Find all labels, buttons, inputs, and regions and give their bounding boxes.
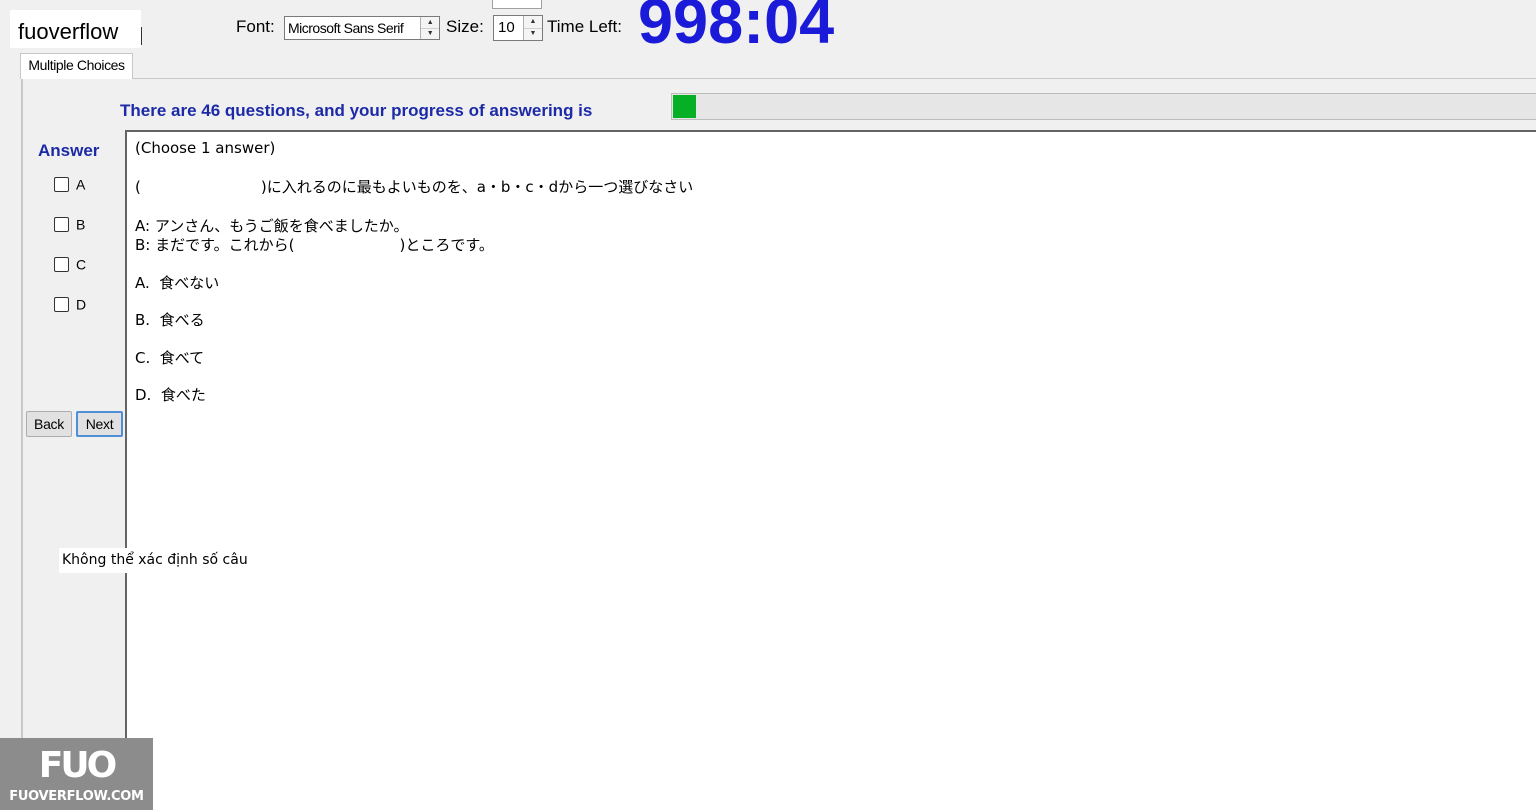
checkbox-a[interactable] xyxy=(54,176,69,192)
font-selector[interactable]: Microsoft Sans Serif ▲ ▼ xyxy=(284,16,440,40)
answer-option-c[interactable]: C xyxy=(54,255,86,273)
font-value: Microsoft Sans Serif xyxy=(288,20,404,36)
size-spinner[interactable]: ▲ ▼ xyxy=(523,16,542,40)
question-instruction: (Choose 1 answer) xyxy=(135,139,276,157)
option-label: B xyxy=(76,216,86,233)
top-hidden-control xyxy=(492,0,542,9)
tab-multiple-choices[interactable]: Multiple Choices xyxy=(20,53,133,79)
choice-a: A. 食べない xyxy=(135,274,220,292)
watermark-logo: FUO FUOVERFLOW.COM xyxy=(0,738,153,810)
back-button[interactable]: Back xyxy=(26,411,72,437)
next-button[interactable]: Next xyxy=(76,411,123,437)
option-label: A xyxy=(76,176,86,193)
exam-client-window: fuoverflow Font: Microsoft Sans Serif ▲ … xyxy=(0,0,1536,810)
option-label: C xyxy=(76,256,87,273)
size-label: Size: xyxy=(446,17,484,36)
dialog-line-b: B: まだです。これから( )ところです。 xyxy=(135,236,494,254)
question-content[interactable]: (Choose 1 answer) ( )に入れるのに最もよいものを、a・b・c… xyxy=(125,130,1536,810)
watermark-top: fuoverflow xyxy=(10,10,141,48)
logo-mark: FUO xyxy=(38,745,117,786)
choice-b: B. 食べる xyxy=(135,311,205,329)
question-prompt: ( )に入れるのに最もよいものを、a・b・c・dから一つ選びなさい xyxy=(135,178,694,196)
dialog-line-a: A: アンさん、もうご飯を食べましたか。 xyxy=(135,217,409,235)
checkbox-c[interactable] xyxy=(54,256,69,272)
logo-text: FUOVERFLOW.COM xyxy=(9,789,144,804)
answer-title: Answer xyxy=(38,141,100,160)
checkbox-b[interactable] xyxy=(54,216,69,232)
choice-c: C. 食べて xyxy=(135,349,205,367)
spin-down-icon[interactable]: ▼ xyxy=(524,28,542,40)
time-left-label: Time Left: xyxy=(547,17,622,36)
font-label: Font: xyxy=(236,17,275,36)
size-value: 10 xyxy=(498,19,515,36)
checkbox-d[interactable] xyxy=(54,296,69,312)
option-label: D xyxy=(76,296,87,313)
answer-option-d[interactable]: D xyxy=(54,295,86,313)
progress-bar xyxy=(671,93,1536,120)
answer-option-b[interactable]: B xyxy=(54,215,85,233)
progress-label: There are 46 questions, and your progres… xyxy=(120,101,593,120)
status-message: Không thể xác định số câu xyxy=(59,548,251,573)
size-stepper[interactable]: 10 ▲ ▼ xyxy=(493,15,543,41)
font-spinner[interactable]: ▲ ▼ xyxy=(420,17,439,39)
answer-option-a[interactable]: A xyxy=(54,175,85,193)
spin-down-icon[interactable]: ▼ xyxy=(421,28,439,39)
progress-fill xyxy=(673,95,696,118)
text-caret xyxy=(141,27,142,45)
choice-d: D. 食べた xyxy=(135,386,206,404)
countdown-timer: 998:04 xyxy=(638,0,835,57)
